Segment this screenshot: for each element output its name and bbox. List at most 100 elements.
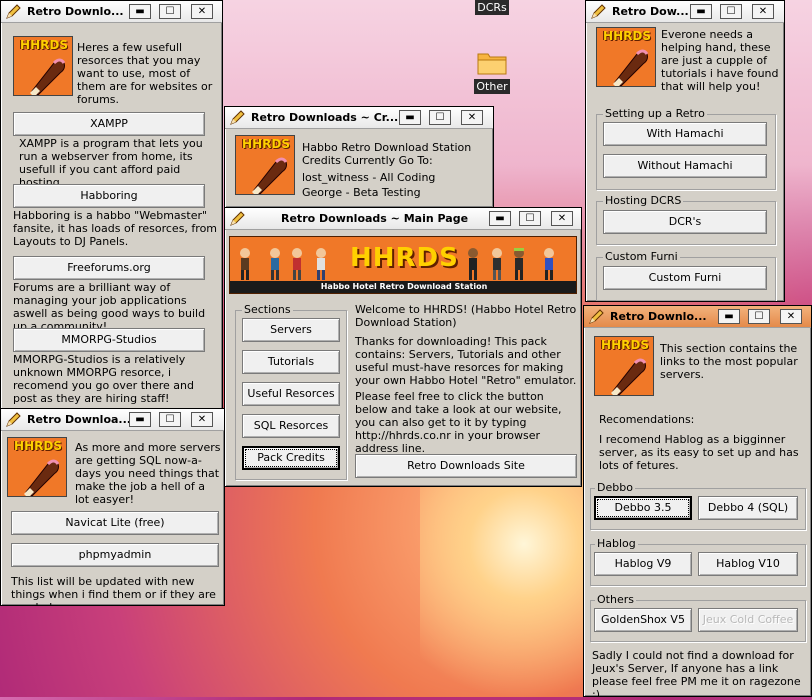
habbo-character-icon <box>468 248 478 280</box>
desktop-icon-dcrs[interactable]: DCRs <box>472 0 512 15</box>
without-hamachi-button[interactable]: Without Hamachi <box>603 154 767 178</box>
habbo-character-icon <box>292 248 302 280</box>
hhrds-logo: HHRDS <box>594 336 654 396</box>
window-credits[interactable]: Retro Downloads ~ Cr... ▬ ☐ ✕ HHRDS Habb… <box>224 106 494 208</box>
xampp-button[interactable]: XAMPP <box>13 112 205 136</box>
habboring-button[interactable]: Habboring <box>13 184 205 208</box>
minimize-button[interactable]: ▬ <box>129 4 151 19</box>
freeforums-desc: Forums are a brilliant way of managing y… <box>13 281 206 333</box>
pencil-icon <box>591 4 606 19</box>
intro-text: This section contains the links to the m… <box>660 342 798 381</box>
logo-text: HHRDS <box>20 38 68 52</box>
credits-line-4: George - Beta Testing <box>302 186 421 199</box>
title-bar[interactable]: Retro Downlo... ▬ ☐ ✕ <box>584 306 811 328</box>
mmorpg-studios-button[interactable]: MMORPG-Studios <box>13 328 205 352</box>
hhrds-logo: HHRDS <box>7 437 67 497</box>
habbo-character-icon <box>514 248 524 280</box>
ice-cream-icon <box>613 49 649 86</box>
tutorials-button[interactable]: Tutorials <box>242 350 340 374</box>
with-hamachi-button[interactable]: With Hamachi <box>603 122 767 146</box>
recomendations-label: Recomendations: <box>599 413 695 426</box>
close-button[interactable]: ✕ <box>461 110 483 125</box>
hhrds-banner: HHRDS Habbo Hotel Retro Download Station <box>229 236 577 294</box>
window-servers[interactable]: Retro Downlo... ▬ ☐ ✕ HHRDS This section… <box>583 305 812 697</box>
maximize-button[interactable]: ☐ <box>159 412 181 427</box>
pack-credits-button[interactable]: Pack Credits <box>242 446 340 470</box>
hablog-v10-button[interactable]: Hablog V10 <box>698 552 798 576</box>
goldenshox-v5-button[interactable]: GoldenShox V5 <box>594 608 692 632</box>
minimize-button[interactable]: ▬ <box>718 309 740 324</box>
hhrds-logo: HHRDS <box>596 27 656 87</box>
custom-furni-button[interactable]: Custom Furni <box>603 266 767 290</box>
hhrds-logo: HHRDS <box>235 135 295 195</box>
jeux-cold-coffee-button: Jeux Cold Coffee <box>698 608 798 632</box>
close-button[interactable]: ✕ <box>780 309 802 324</box>
minimize-button[interactable]: ▬ <box>129 412 151 427</box>
maximize-button[interactable]: ☐ <box>720 4 742 19</box>
window-tutorials[interactable]: Retro Dow... ▬ ☐ ✕ HHRDS Everone needs a… <box>585 0 785 302</box>
logo-text: HHRDS <box>242 137 290 151</box>
banner-title: HHRDS <box>350 243 459 273</box>
maximize-button[interactable]: ☐ <box>429 110 451 125</box>
thanks-text: Thanks for downloading! This pack contai… <box>355 335 577 387</box>
debbo-35-button[interactable]: Debbo 3.5 <box>594 496 692 520</box>
habbo-character-icon <box>240 248 250 280</box>
title-bar[interactable]: Retro Downloads ~ Cr... ▬ ☐ ✕ <box>225 107 493 129</box>
maximize-button[interactable]: ☐ <box>748 309 770 324</box>
logo-text: HHRDS <box>603 29 651 43</box>
window-main-page[interactable]: Retro Downloads ~ Main Page ▬ ☐ ✕ HHRDS … <box>224 207 582 487</box>
credits-line-3: lost_witness - All Coding <box>302 171 436 184</box>
window-sql-resources[interactable]: Retro Downloa... ▬ ☐ ✕ HHRDS As more and… <box>0 408 225 606</box>
website-text: Please feel free to click the button bel… <box>355 390 562 455</box>
servers-button[interactable]: Servers <box>242 318 340 342</box>
banner-subtitle: Habbo Hotel Retro Download Station <box>230 281 576 293</box>
footer-text: This list will be updated with new thing… <box>11 575 216 605</box>
habbo-character-icon <box>270 248 280 280</box>
hablog-v9-button[interactable]: Hablog V9 <box>594 552 692 576</box>
window-title: Retro Downlo... <box>27 5 124 18</box>
close-button[interactable]: ✕ <box>191 412 213 427</box>
close-button[interactable]: ✕ <box>191 4 213 19</box>
window-resources[interactable]: Retro Downlo... ▬ ☐ ✕ HHRDS Heres a few … <box>0 0 223 410</box>
pencil-icon <box>589 309 604 324</box>
window-title: Retro Downloa... <box>27 413 131 426</box>
footer-text: Sadly I could not find a download for Je… <box>592 649 801 697</box>
maximize-button[interactable]: ☐ <box>159 4 181 19</box>
window-title: Retro Dow... <box>612 5 689 18</box>
navicat-lite-button[interactable]: Navicat Lite (free) <box>11 511 219 535</box>
minimize-button[interactable]: ▬ <box>489 211 511 226</box>
close-button[interactable]: ✕ <box>551 211 573 226</box>
useful-resorces-button[interactable]: Useful Resorces <box>242 382 340 406</box>
minimize-button[interactable]: ▬ <box>399 110 421 125</box>
desktop-icon-other[interactable]: Other <box>470 48 514 94</box>
ice-cream-icon <box>252 157 288 194</box>
credits-line-1: Habbo Retro Download Station <box>302 141 472 154</box>
phpmyadmin-button[interactable]: phpmyadmin <box>11 543 219 567</box>
habbo-character-icon <box>492 248 502 280</box>
title-bar[interactable]: Retro Downloa... ▬ ☐ ✕ <box>1 409 224 431</box>
title-bar[interactable]: Retro Downlo... ▬ ☐ ✕ <box>1 1 222 23</box>
sql-resorces-button[interactable]: SQL Resorces <box>242 414 340 438</box>
logo-text: HHRDS <box>14 439 62 453</box>
group-label: Custom Furni <box>603 250 680 263</box>
pencil-icon <box>230 110 245 125</box>
close-button[interactable]: ✕ <box>752 4 774 19</box>
group-label: Debbo <box>595 481 635 494</box>
ice-cream-icon <box>24 459 60 496</box>
dcrs-button[interactable]: DCR's <box>603 210 767 234</box>
retro-downloads-site-button[interactable]: Retro Downloads Site <box>355 454 577 478</box>
sections-label: Sections <box>242 303 293 316</box>
title-bar[interactable]: Retro Dow... ▬ ☐ ✕ <box>586 1 784 23</box>
title-bar[interactable]: Retro Downloads ~ Main Page ▬ ☐ ✕ <box>225 208 581 230</box>
freeforums-button[interactable]: Freeforums.org <box>13 256 205 280</box>
maximize-button[interactable]: ☐ <box>519 211 541 226</box>
desktop-icon-label: Other <box>474 79 510 94</box>
ice-cream-icon <box>611 358 647 395</box>
credits-line-2: Credits Currently Go To: <box>302 154 433 167</box>
desktop-icon-label: DCRs <box>475 0 509 15</box>
xampp-desc: XAMPP is a program that lets you run a w… <box>19 137 203 189</box>
debbo-4-sql-button[interactable]: Debbo 4 (SQL) <box>698 496 798 520</box>
minimize-button[interactable]: ▬ <box>690 4 712 19</box>
intro-text: Heres a few usefull resorces that you ma… <box>77 41 213 106</box>
folder-icon <box>477 53 507 75</box>
